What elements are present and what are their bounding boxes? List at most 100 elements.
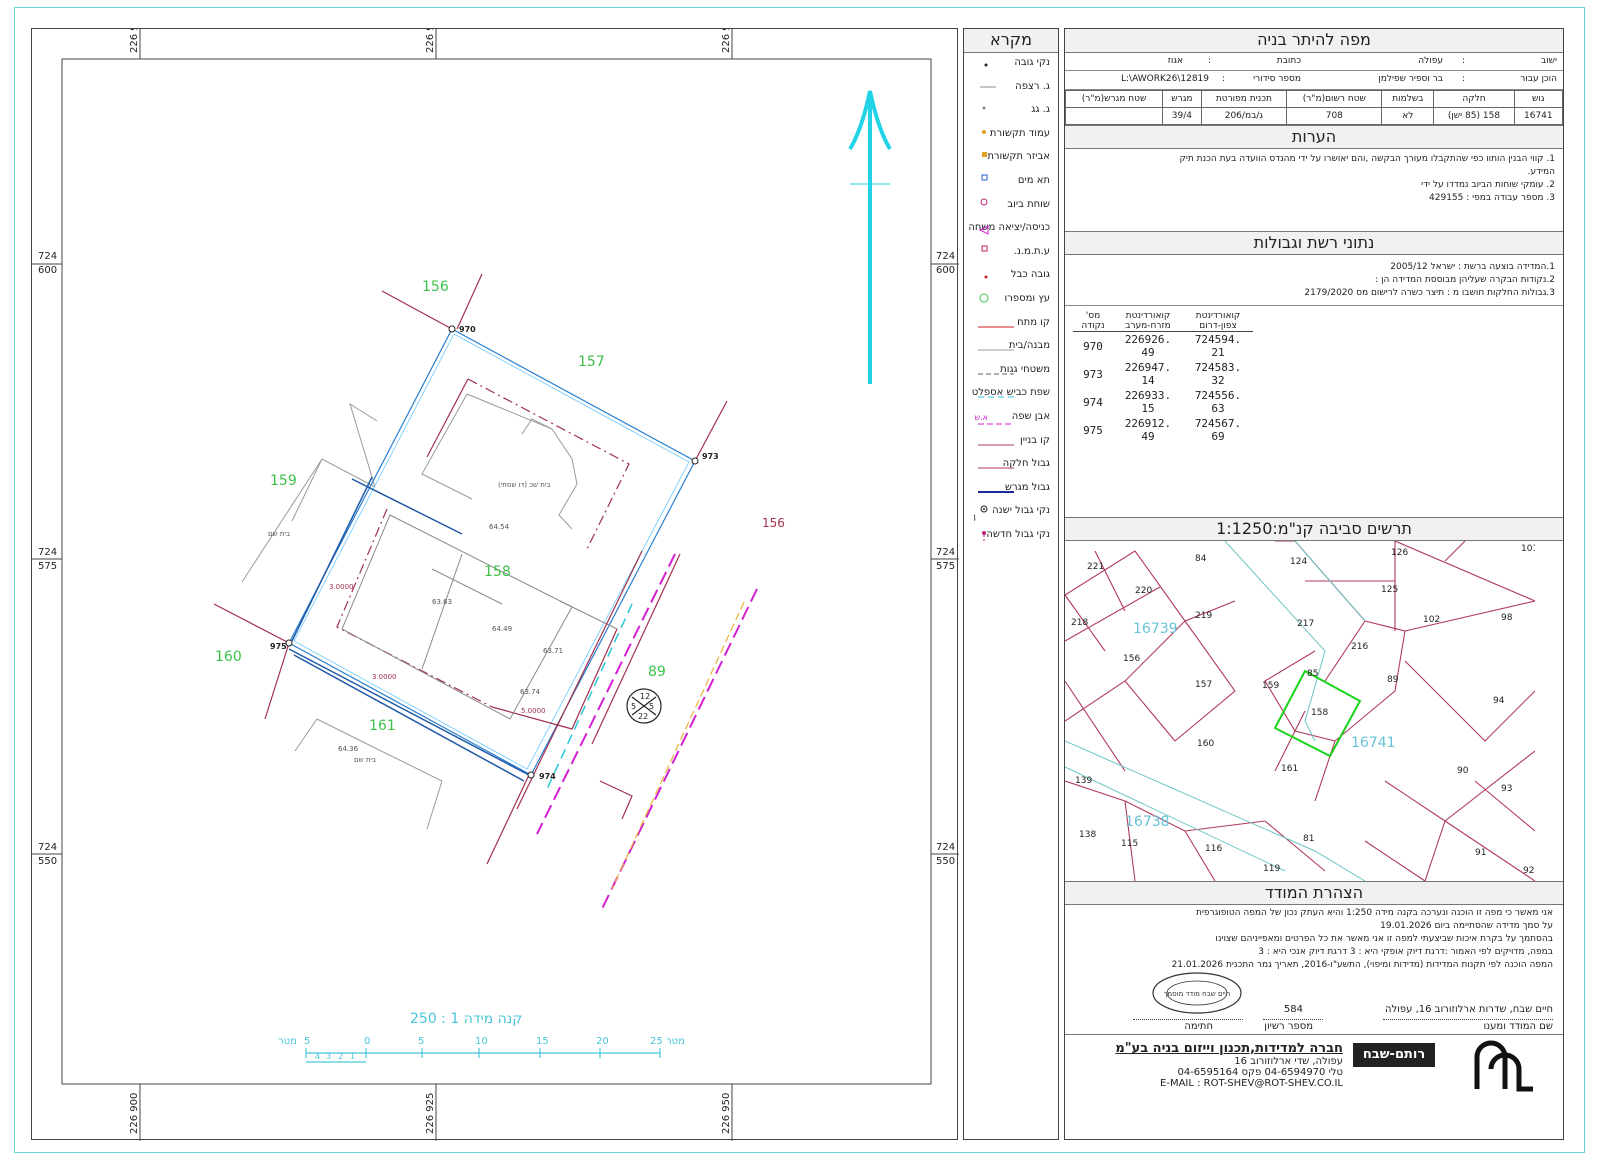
vicinity-parcel-label: 84	[1195, 554, 1207, 564]
grid-h3: שטח רשום(מ"ר)	[1286, 90, 1383, 108]
legend-label: ע.ת.מ.נ.	[1013, 245, 1050, 257]
vicinity-parcel-label: 159	[1262, 681, 1279, 691]
company-logo-text: רותם-שבח	[1362, 1047, 1426, 1062]
legend-row: גבול חלקה	[970, 456, 1050, 476]
notes-body: 1. קווי הבנין הותוו כפי שהתקבלו מעורך הב…	[1075, 153, 1555, 205]
bottom-x-label-2: 226 925	[425, 1093, 436, 1134]
elev-5: 63.74	[520, 688, 541, 696]
legend-row: כניסה/יציאה משחה	[968, 220, 1050, 240]
legend-navy-icon	[978, 490, 1014, 493]
surveyor-line-5: המפה הוכנה לפי תקנות המדידות (מדידות ומי…	[1171, 960, 1553, 970]
parcel-161-label: 161	[369, 718, 396, 734]
notes-title: הערות	[1065, 125, 1563, 149]
legend-label: קו מתח	[1017, 316, 1050, 328]
coord-row: 724556. 63 226933. 15 974	[1073, 388, 1253, 416]
y-label-1b-r: 600	[936, 265, 955, 276]
legend-tree-icon: ע	[979, 293, 989, 303]
legend-symbol-text: א.ש	[974, 413, 988, 422]
compass-top: 12	[640, 692, 650, 701]
vicinity-parcel-label: 92	[1523, 866, 1534, 876]
vicinity-parcel-label: 161	[1281, 764, 1298, 774]
grid-v6	[1064, 107, 1164, 125]
legend-redline-icon	[978, 326, 1014, 328]
vicinity-parcel-label: 90	[1457, 766, 1469, 776]
legend-entry-icon	[978, 225, 989, 235]
note-line-3: 2. עומקי שוחות הביוב נמדדו על ידי	[1421, 180, 1555, 190]
surveyor-line-4: במפה, מדויקים לפי האמור :דרגת דיוק אופקי…	[1258, 947, 1553, 957]
coord-h-east: קואורדינטת מזרח-מערב	[1113, 311, 1183, 332]
row1-val2: אגוז	[1167, 56, 1183, 66]
legend-floor-icon: ג. רצפה	[974, 86, 996, 98]
legend-darkred-icon	[978, 444, 1014, 446]
compass-left: 5	[631, 702, 636, 711]
vicinity-parcel-label: 158	[1311, 708, 1328, 718]
legend-row: עץ ומספרוע	[970, 291, 1050, 311]
legend-row: ע.ת.מ.נ. ע.ת.מ.נ.	[970, 244, 1050, 264]
legend-row: שוחת ביובשוחת ביוב	[970, 197, 1050, 217]
legend-row: קו בניין	[970, 433, 1050, 453]
grid-v1: 158 (85 ישן)	[1433, 107, 1515, 125]
scale-tick-1: 0	[364, 1036, 370, 1047]
legend-darkred2-icon	[978, 467, 1014, 469]
grid-h0: גוש	[1513, 90, 1564, 108]
house-label-bottom: בית שם	[354, 756, 376, 764]
note-line-2: המידע.	[1527, 167, 1555, 177]
scale-title: קנה מידה 1 : 250	[410, 1011, 522, 1027]
vic-block-16741: 16741	[1351, 735, 1396, 751]
coord-row: 724583. 32 226947. 14 973	[1073, 360, 1253, 388]
legend-row: מבנה/בית	[970, 338, 1050, 358]
vicinity-title: תרשים סביבה קנ"מ:1:1250	[1065, 517, 1563, 541]
grid-h2: בשלמות	[1381, 90, 1435, 108]
legend-row: נקי גובה	[970, 55, 1050, 75]
y-label-3b: 550	[38, 856, 57, 867]
legend-row: גבול מגרש	[970, 480, 1050, 500]
point-970-marker	[448, 325, 456, 333]
y-label-2a-r: 724	[936, 547, 955, 558]
bottom-x-label-3: 226 950	[721, 1093, 732, 1134]
row2-key1: הוכן עבור	[1520, 74, 1557, 84]
legend-oldpt-icon: 628	[974, 505, 988, 523]
vicinity-parcel-label: 124	[1290, 557, 1307, 567]
point-973-marker	[691, 457, 699, 465]
y-label-2b-r: 575	[936, 561, 955, 572]
vicinity-map: 16739 16741 16738 101 126 124 84 221 220 219 12…	[1065, 541, 1535, 881]
legend-sewer-icon: שוחת ביוב	[974, 198, 988, 216]
legend-label: ג. רצפה	[1015, 80, 1050, 92]
legend-grayline-icon	[978, 349, 1014, 351]
company-phones: טלי 04-6594970 פקס 04-6595164	[1177, 1067, 1343, 1078]
surveyor-line-3: בהסתמך על בקרת איכות שביצעתי למפה זו אני…	[1215, 934, 1553, 944]
legend-roof-icon: ג.ג	[974, 106, 986, 121]
company-logo-icon	[1474, 1040, 1533, 1092]
dim-2: 3.0000	[372, 673, 397, 681]
scale-tick-0: 5	[304, 1036, 310, 1047]
y-label-1a-r: 724	[936, 251, 955, 262]
network-line-2: 2.נקודות הבקרה שעליהן מבוססת המדידה הן :	[1375, 275, 1555, 285]
elev-1: 64.54	[489, 523, 510, 531]
point-970-label: 970	[459, 325, 476, 334]
coord-cell: 724583. 32	[1194, 361, 1242, 387]
grid-v3: 708	[1286, 107, 1383, 125]
surveyor-license-value: 584	[1283, 1004, 1303, 1015]
elev-2: 64.36	[338, 745, 359, 753]
legend-label: תא מים	[1017, 175, 1050, 186]
legend-curb-icon: א.ש	[974, 413, 1014, 425]
coord-cell: 724567. 69	[1194, 417, 1242, 443]
vicinity-parcel-label: 85	[1307, 669, 1318, 679]
coord-h-pt: מס' נקודה	[1073, 311, 1113, 332]
y-label-3a-r: 724	[936, 842, 955, 853]
scale-tick-3: 10	[475, 1036, 488, 1047]
legend-symbol-text: 628	[974, 514, 976, 523]
coord-cell: 970	[1083, 339, 1103, 353]
parcel-156-label-a: 156	[422, 279, 449, 295]
surveyor-line-2: על סמך מדידה שהסתיימה ביום 19.01.2026	[1380, 921, 1553, 931]
parcel-grid: גוש חלקה בשלמות שטח רשום(מ"ר) תכנית מפור…	[1064, 90, 1564, 125]
vicinity-parcel-label: 217	[1297, 619, 1314, 629]
scale-tick-5: 20	[596, 1036, 609, 1047]
legend-row: גובה כבל	[970, 267, 1050, 287]
network-title: נתוני רשת וגבולות	[1065, 231, 1563, 255]
row2-key2: מספר סידורי	[1253, 74, 1301, 84]
grid-h6: שטח מגרש(מ"ר)	[1064, 90, 1164, 108]
surveyor-stamp: חיים שבח מודד מוסמך	[1152, 972, 1242, 1014]
vicinity-parcel-label: 98	[1501, 613, 1513, 623]
company-logo: רותם-שבח	[1353, 1043, 1435, 1067]
